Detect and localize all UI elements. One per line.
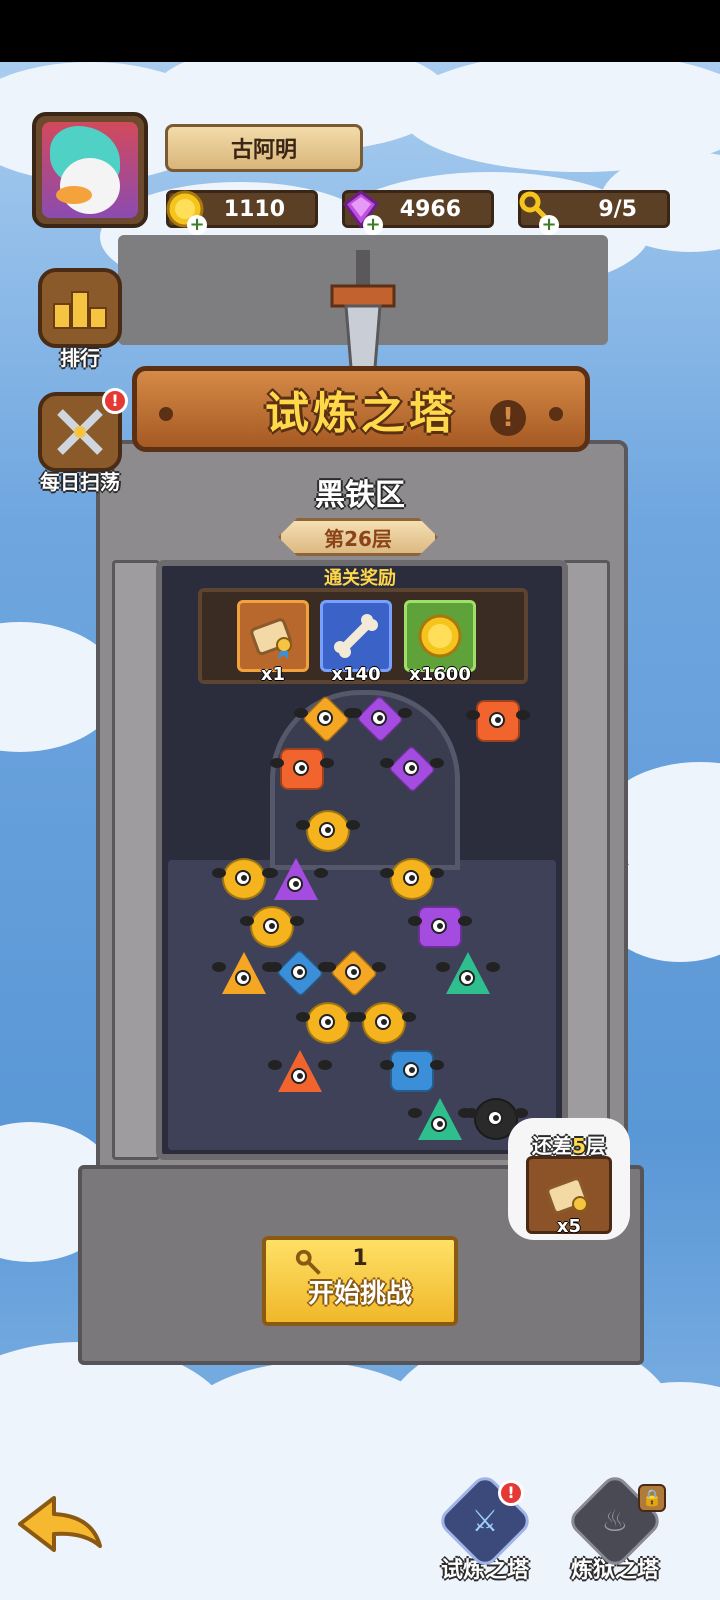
left-pillar [112,560,160,1160]
ranking-label: 排行 [60,346,100,370]
info-button[interactable]: ! [490,400,526,436]
status-bar [0,0,720,62]
reward-item-bone[interactable] [320,600,392,672]
diamond-monster-icon [294,694,358,744]
scroll-icon [546,1177,588,1215]
add-gold-button[interactable]: + [187,215,207,235]
diamond-monster-icon [380,744,444,794]
tab-trial-tower[interactable]: ⚔ ! 试炼之塔 [420,1471,550,1584]
triangle-monster-icon [264,858,328,900]
reward-gold-count: x1600 [409,664,471,685]
player-avatar[interactable] [32,112,148,228]
diamond-monster-icon [268,948,332,998]
remaining-floors-text: 还差5层 [532,1134,606,1158]
circle-monster-icon [352,1002,416,1044]
right-pillar [562,560,610,1160]
bone-icon [334,614,378,658]
start-challenge-button[interactable]: 1 开始挑战 [262,1236,458,1326]
tab-inferno-tower[interactable]: ♨ 🔒 炼狱之塔 [550,1471,680,1584]
key-counter[interactable]: + 9/5 [518,190,670,235]
scroll-icon [250,618,292,659]
zone-name: 黑铁区 [315,478,405,513]
square-monster-icon [408,906,472,948]
triangle-monster-icon [212,952,276,994]
square-monster-icon [466,700,530,742]
gold-counter[interactable]: + 1110 [166,190,318,235]
back-arrow-icon[interactable] [12,1494,108,1554]
sword-emblem-icon [330,250,396,380]
diamond-monster-icon [322,948,386,998]
clear-reward-title: 通关奖励 [324,568,396,589]
square-monster-icon [380,1050,444,1092]
player-name[interactable]: 古阿明 [165,124,363,172]
lock-icon: 🔒 [638,1484,666,1512]
circle-monster-icon [212,858,276,900]
floor-level-tag: 第26层 [278,518,438,556]
triangle-monster-icon [436,952,500,994]
gold-amount: 1110 [223,196,285,222]
square-monster-icon [270,748,334,790]
add-gem-button[interactable]: + [363,215,383,235]
triangle-monster-icon [268,1050,332,1092]
circle-monster-icon [240,906,304,948]
tower-title: 试炼之塔 [265,388,457,439]
reward-item-scroll[interactable] [237,600,309,672]
duck-avatar-icon [42,122,138,218]
reward-item-gold[interactable] [404,600,476,672]
key-icon [294,1248,324,1284]
trial-tower-alert-badge: ! [498,1480,524,1506]
bubble-reward-count: x5 [556,1216,582,1237]
gem-counter[interactable]: + 4966 [342,190,494,235]
key-amount: 9/5 [598,196,637,222]
podium-icon [38,268,122,348]
gem-amount: 4966 [399,196,461,222]
circle-monster-icon [296,810,360,852]
diamond-monster-icon [348,694,412,744]
ranking-button[interactable]: 排行 [30,268,130,371]
circle-monster-icon [296,1002,360,1044]
circle-monster-icon [380,858,444,900]
gold-coin-icon [418,614,462,658]
add-key-button[interactable]: + [539,215,559,235]
triangle-monster-icon [408,1098,472,1140]
sweep-alert-badge: ! [102,388,128,414]
